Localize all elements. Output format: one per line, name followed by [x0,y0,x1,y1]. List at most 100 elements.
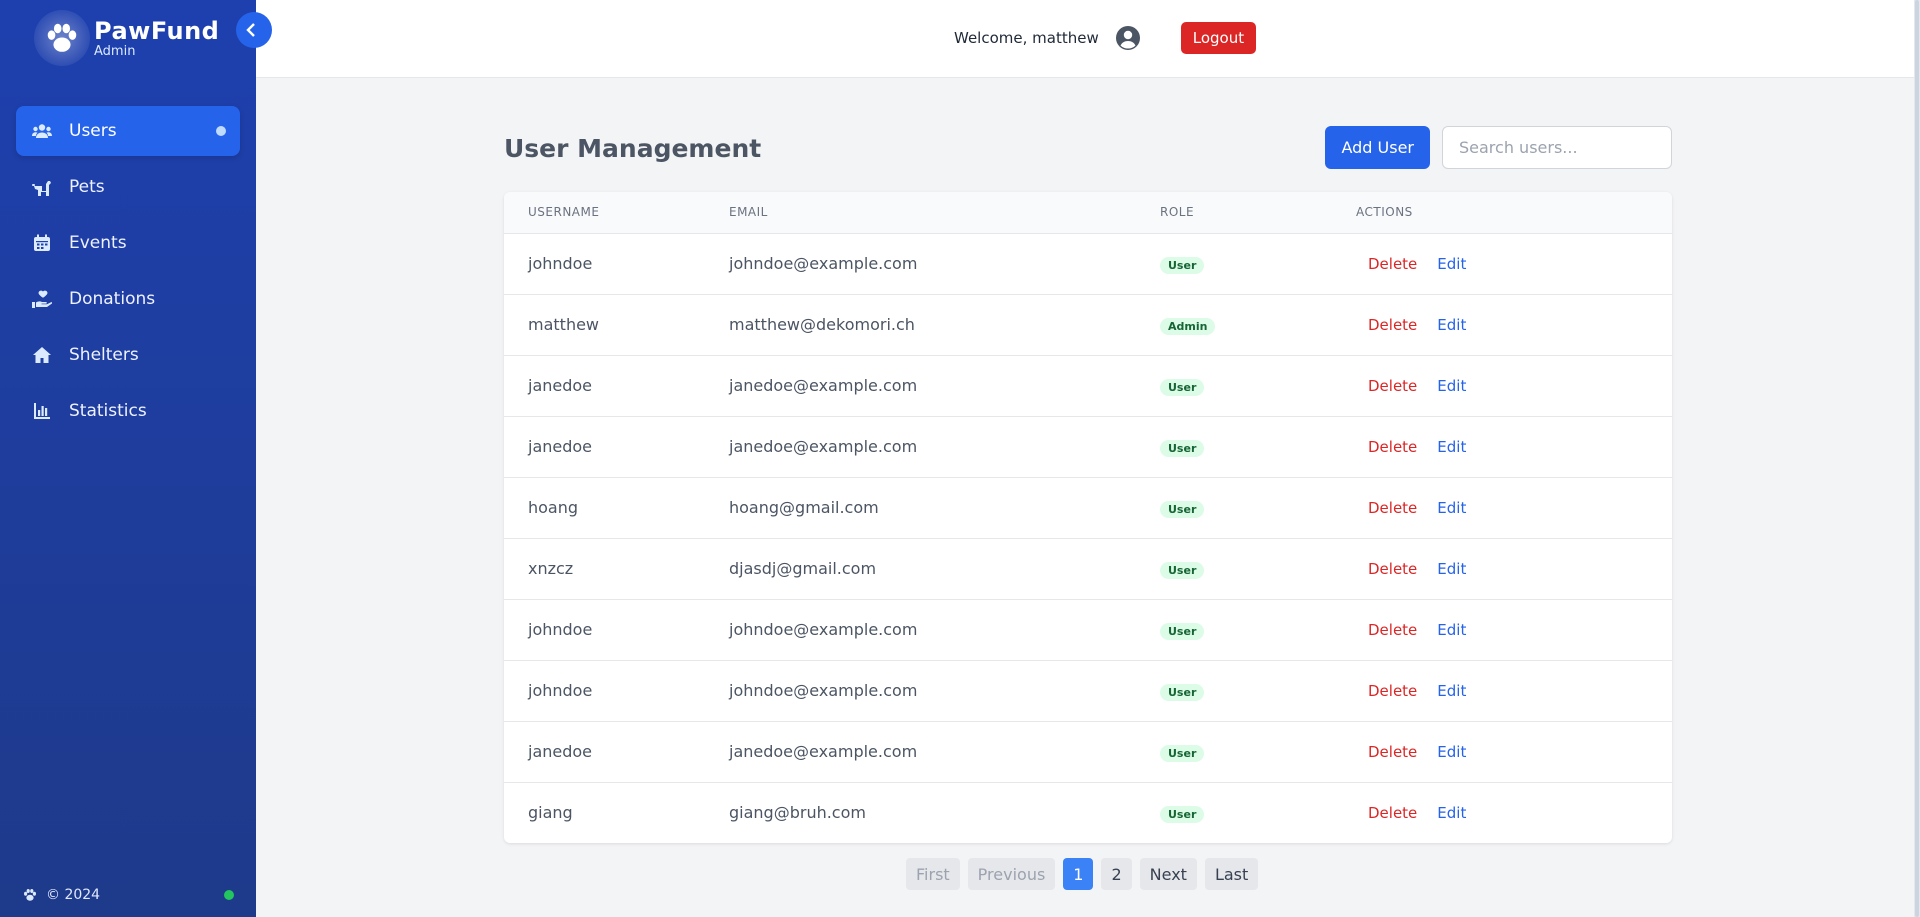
delete-button[interactable]: Delete [1368,682,1417,700]
sidebar-item-users[interactable]: Users [16,106,240,156]
actions-cell: Delete Edit [1356,599,1672,660]
table-row: johndoe johndoe@example.com User Delete Edit [504,660,1672,721]
role-cell: User [1160,721,1356,782]
edit-button[interactable]: Edit [1437,316,1466,334]
delete-button[interactable]: Delete [1368,316,1417,334]
table-row: janedoe janedoe@example.com User Delete Edit [504,416,1672,477]
chart-bar-icon [31,400,53,422]
sidebar-item-label: Users [69,121,117,141]
delete-button[interactable]: Delete [1368,804,1417,822]
edit-button[interactable]: Edit [1437,804,1466,822]
username-cell: johndoe [528,620,593,639]
table-row: janedoe janedoe@example.com User Delete Edit [504,721,1672,782]
role-badge: User [1160,683,1205,701]
active-indicator [216,126,226,136]
delete-button[interactable]: Delete [1368,560,1417,578]
column-header-role[interactable]: ROLE [1160,192,1356,233]
users-table: USERNAME EMAIL ROLE ACTIONS johndoe johnd… [504,192,1672,843]
sidebar-item-pets[interactable]: Pets [16,162,240,212]
welcome-text: Welcome, matthew [954,29,1099,47]
sidebar-item-statistics[interactable]: Statistics [16,386,240,436]
actions-cell: Delete Edit [1356,538,1672,599]
delete-button[interactable]: Delete [1368,255,1417,273]
logout-button[interactable]: Logout [1180,22,1257,54]
actions-cell: Delete Edit [1356,233,1672,294]
scrollbar[interactable] [1914,0,1920,917]
chevron-left-icon [245,23,257,37]
last-page-button[interactable]: Last [1204,858,1259,890]
role-badge: User [1160,561,1205,579]
column-header-actions: ACTIONS [1356,205,1413,220]
table-row: janedoe janedoe@example.com User Delete Edit [504,355,1672,416]
actions-cell: Delete Edit [1356,660,1672,721]
username-cell: johndoe [528,681,593,700]
email-cell: janedoe@example.com [729,742,918,761]
sidebar: PawFund Admin Users Pets Events Donation… [0,0,256,917]
top-header: Welcome, matthew Logout [256,0,1920,78]
role-cell: User [1160,660,1356,721]
user-circle-icon[interactable] [1115,25,1141,51]
previous-page-button[interactable]: Previous [967,858,1056,890]
table-row: xnzcz djasdj@gmail.com User Delete Edit [504,538,1672,599]
sidebar-item-events[interactable]: Events [16,218,240,268]
calendar-icon [31,232,53,254]
edit-button[interactable]: Edit [1437,499,1466,517]
hand-holding-heart-icon [31,288,53,310]
add-user-button[interactable]: Add User [1325,126,1430,169]
pagination: First Previous 1 2 Next Last [906,858,1266,890]
search-input[interactable] [1442,126,1672,169]
role-cell: User [1160,477,1356,538]
username-cell: matthew [528,315,600,334]
sidebar-item-donations[interactable]: Donations [16,274,240,324]
page-title: User Management [504,134,762,163]
table-row: matthew matthew@dekomori.ch Admin Delete Edi… [504,294,1672,355]
sidebar-item-label: Shelters [69,345,139,365]
role-badge: User [1160,500,1205,518]
role-cell: User [1160,416,1356,477]
role-cell: User [1160,233,1356,294]
copyright: © 2024 [46,887,101,903]
role-badge: User [1160,805,1205,823]
home-icon [31,344,53,366]
username-cell: janedoe [528,376,593,395]
dog-icon [31,176,53,198]
actions-cell: Delete Edit [1356,416,1672,477]
edit-button[interactable]: Edit [1437,377,1466,395]
email-cell: hoang@gmail.com [729,498,879,517]
next-page-button[interactable]: Next [1139,858,1197,890]
page-1-button[interactable]: 1 [1063,858,1094,890]
column-header-username[interactable]: USERNAME [504,192,729,233]
role-cell: User [1160,782,1356,843]
email-cell: djasdj@gmail.com [729,559,877,578]
delete-button[interactable]: Delete [1368,438,1417,456]
sidebar-item-label: Events [69,233,127,253]
delete-button[interactable]: Delete [1368,621,1417,639]
email-cell: matthew@dekomori.ch [729,315,915,334]
app-name: PawFund [94,17,220,45]
edit-button[interactable]: Edit [1437,743,1466,761]
email-cell: johndoe@example.com [729,681,918,700]
page-2-button[interactable]: 2 [1101,858,1132,890]
sidebar-item-shelters[interactable]: Shelters [16,330,240,380]
username-cell: hoang [528,498,579,517]
delete-button[interactable]: Delete [1368,499,1417,517]
table-row: hoang hoang@gmail.com User Delete Edit [504,477,1672,538]
column-header-email[interactable]: EMAIL [729,192,1160,233]
username-cell: xnzcz [528,559,574,578]
delete-button[interactable]: Delete [1368,743,1417,761]
edit-button[interactable]: Edit [1437,621,1466,639]
sidebar-item-label: Donations [69,289,156,309]
edit-button[interactable]: Edit [1437,438,1466,456]
collapse-sidebar-button[interactable] [236,12,272,48]
sidebar-item-label: Pets [69,177,105,197]
edit-button[interactable]: Edit [1437,255,1466,273]
email-cell: giang@bruh.com [729,803,866,823]
username-cell: janedoe [528,437,593,456]
actions-cell: Delete Edit [1356,355,1672,416]
delete-button[interactable]: Delete [1368,377,1417,395]
paw-small-icon [22,887,38,903]
brand[interactable]: PawFund Admin [34,10,219,66]
first-page-button[interactable]: First [906,858,960,890]
edit-button[interactable]: Edit [1437,682,1466,700]
edit-button[interactable]: Edit [1437,560,1466,578]
